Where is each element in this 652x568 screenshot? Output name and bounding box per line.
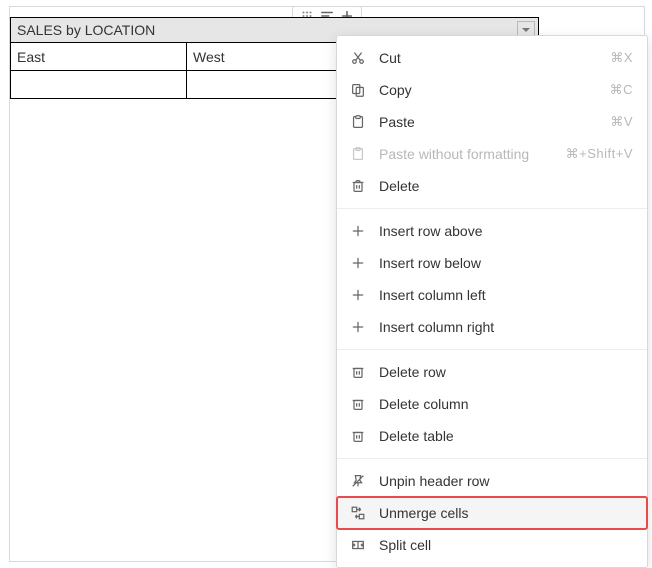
menu-item-cut[interactable]: Cut ⌘X: [337, 42, 647, 74]
copy-icon: [349, 81, 367, 99]
menu-separator: [337, 208, 647, 209]
menu-shortcut: ⌘V: [610, 114, 633, 130]
menu-label: Insert column left: [379, 287, 633, 303]
trash-icon: [349, 363, 367, 381]
cut-icon: [349, 49, 367, 67]
menu-item-insert-column-left[interactable]: Insert column left: [337, 279, 647, 311]
column-header[interactable]: East: [11, 43, 187, 71]
context-menu: Cut ⌘X Copy ⌘C Paste ⌘V Paste without fo…: [336, 35, 648, 568]
menu-label: Insert row below: [379, 255, 633, 271]
menu-item-unpin-header-row[interactable]: Unpin header row: [337, 465, 647, 497]
menu-item-delete-row[interactable]: Delete row: [337, 356, 647, 388]
menu-shortcut: ⌘C: [610, 82, 633, 98]
menu-item-insert-row-below[interactable]: Insert row below: [337, 247, 647, 279]
menu-label: Delete row: [379, 364, 633, 380]
menu-shortcut: ⌘+Shift+V: [566, 146, 633, 162]
menu-separator: [337, 458, 647, 459]
plus-icon: [349, 286, 367, 304]
split-cell-icon: [349, 536, 367, 554]
menu-item-insert-row-above[interactable]: Insert row above: [337, 215, 647, 247]
menu-label: Paste: [379, 114, 598, 130]
menu-label: Copy: [379, 82, 598, 98]
plus-icon: [349, 254, 367, 272]
menu-label: Unmerge cells: [379, 505, 633, 521]
trash-icon: [349, 395, 367, 413]
menu-shortcut: ⌘X: [610, 50, 633, 66]
menu-separator: [337, 349, 647, 350]
menu-item-delete[interactable]: Delete: [337, 170, 647, 202]
menu-label: Delete: [379, 178, 633, 194]
menu-label: Delete column: [379, 396, 633, 412]
menu-item-paste-without-formatting: Paste without formatting ⌘+Shift+V: [337, 138, 647, 170]
trash-icon: [349, 177, 367, 195]
menu-label: Delete table: [379, 428, 633, 444]
menu-item-split-cell[interactable]: Split cell: [337, 529, 647, 561]
menu-item-insert-column-right[interactable]: Insert column right: [337, 311, 647, 343]
menu-item-delete-column[interactable]: Delete column: [337, 388, 647, 420]
menu-label: Paste without formatting: [379, 146, 554, 162]
trash-icon: [349, 427, 367, 445]
menu-label: Insert row above: [379, 223, 633, 239]
menu-item-paste[interactable]: Paste ⌘V: [337, 106, 647, 138]
unmerge-icon: [349, 504, 367, 522]
plus-icon: [349, 222, 367, 240]
menu-label: Cut: [379, 50, 598, 66]
plus-icon: [349, 318, 367, 336]
unpin-icon: [349, 472, 367, 490]
menu-label: Unpin header row: [379, 473, 633, 489]
menu-label: Split cell: [379, 537, 633, 553]
menu-item-delete-table[interactable]: Delete table: [337, 420, 647, 452]
table-cell[interactable]: [11, 71, 187, 99]
menu-item-unmerge-cells[interactable]: Unmerge cells: [337, 497, 647, 529]
paste-icon: [349, 113, 367, 131]
menu-item-copy[interactable]: Copy ⌘C: [337, 74, 647, 106]
menu-label: Insert column right: [379, 319, 633, 335]
document-canvas: SALES by LOCATION East West North Cut ⌘X: [9, 6, 645, 562]
paste-plain-icon: [349, 145, 367, 163]
